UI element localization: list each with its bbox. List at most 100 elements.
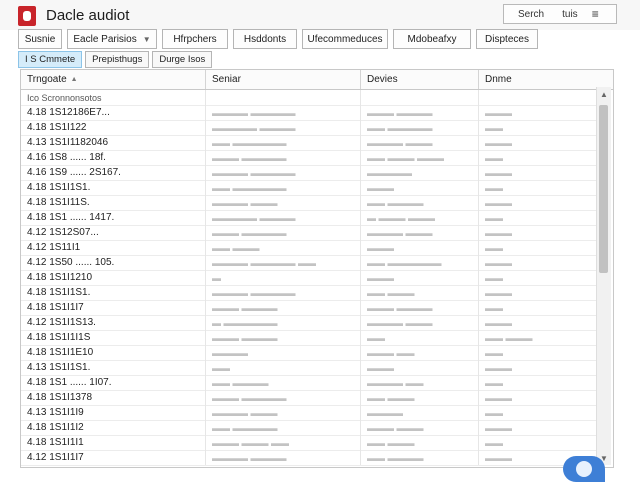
row-id-cell: 4.16 1S9 ...... 2S167. <box>21 165 206 180</box>
table-row[interactable]: 4.18 1S1I1I7 ▬▬▬ ▬▬▬▬ ▬▬▬ ▬▬▬▬ ▬▬ <box>21 300 599 316</box>
table-row[interactable]: 4.16 1S9 ...... 2S167. ▬▬▬▬ ▬▬▬▬▬ ▬▬▬▬▬ ▬▬▬ <box>21 165 599 181</box>
table-row[interactable]: 4.12 1S1I1I7 ▬▬▬▬ ▬▬▬▬ ▬▬ ▬▬▬▬ ▬▬▬ <box>21 450 599 466</box>
row-cell: ▬▬▬ ▬▬▬▬ <box>361 300 479 315</box>
row-cell <box>206 90 361 105</box>
table-row[interactable]: 4.18 1S12186E7... ▬▬▬▬ ▬▬▬▬▬ ▬▬▬ ▬▬▬▬ ▬▬▬ <box>21 105 599 121</box>
scroll-up-icon[interactable]: ▲ <box>597 87 611 101</box>
table-row[interactable]: 4.12 1S50 ...... 105. ▬▬▬▬ ▬▬▬▬▬ ▬▬ ▬▬ ▬▬▬… <box>21 255 599 271</box>
row-cell: ▬▬▬▬ ▬▬▬▬▬ <box>206 105 361 120</box>
table-row[interactable]: 4.18 1S1 ...... 1I07. ▬▬ ▬▬▬▬ ▬▬▬▬ ▬▬ ▬▬ <box>21 375 599 391</box>
table-row[interactable]: 4.12 1S12S07... ▬▬▬ ▬▬▬▬▬ ▬▬▬▬ ▬▬▬ ▬▬▬ <box>21 225 599 241</box>
row-cell: ▬▬▬ <box>485 362 512 373</box>
toolbar-button-label: Hfrpchers <box>173 33 217 45</box>
column-header-dnme[interactable]: Dnme <box>479 70 599 89</box>
toolbar-button[interactable]: Hsddonts <box>233 29 297 49</box>
sub-tab[interactable]: Prepisthugs <box>85 51 150 68</box>
toolbar-button[interactable]: Ufecommeduces <box>302 29 388 49</box>
row-id-cell: 4.18 1S1I1I1S <box>21 330 206 345</box>
row-cell: ▬▬▬ <box>485 107 512 118</box>
column-header-label: Devies <box>367 74 398 85</box>
toolbar-button[interactable]: Hfrpchers <box>162 29 228 49</box>
row-cell: ▬▬ <box>485 122 503 133</box>
table-row[interactable]: 4.18 1S1I1I1 ▬▬▬ ▬▬▬ ▬▬ ▬▬ ▬▬▬ ▬▬ <box>21 435 599 451</box>
sub-tab[interactable]: I S Cmmete <box>18 51 83 68</box>
row-cell: ▬▬▬ <box>361 270 479 285</box>
row-cell: ▬▬ ▬▬▬▬▬▬ <box>361 255 479 270</box>
title-tools: Serch tuis ≡ <box>503 4 617 24</box>
table-row[interactable]: 4.18 1S1 ...... 1417. ▬▬▬▬▬ ▬▬▬▬ ▬ ▬▬▬ ▬▬▬… <box>21 210 599 226</box>
row-cell: ▬▬▬ <box>485 197 512 208</box>
row-id-cell: 4.18 1S1 ...... 1I07. <box>21 375 206 390</box>
table-row[interactable]: 4.16 1S8 ...... 18f. ▬▬▬ ▬▬▬▬▬ ▬▬ ▬▬▬ ▬▬▬ ▬… <box>21 150 599 166</box>
row-cell: ▬▬▬▬ ▬▬▬▬▬ ▬▬ <box>206 255 361 270</box>
row-cell: ▬▬ <box>485 347 503 358</box>
table-row[interactable]: 4.18 1S1I1I2 ▬▬ ▬▬▬▬▬ ▬▬▬ ▬▬▬ ▬▬▬ <box>21 420 599 436</box>
row-cell: ▬ <box>206 270 361 285</box>
row-id-cell: 4.13 1S1I1S1. <box>21 360 206 375</box>
table-row[interactable]: 4.13 1S1I1S1. ▬▬ ▬▬▬ ▬▬▬ <box>21 360 599 376</box>
table-row[interactable]: 4.13 1S1I1182046 ▬▬ ▬▬▬▬▬▬ ▬▬▬▬ ▬▬▬ ▬▬▬ <box>21 135 599 151</box>
tuis-button[interactable]: tuis <box>562 9 578 20</box>
sub-tab-bar: I S Cmmete Prepisthugs Durge Isos <box>18 51 215 68</box>
assistant-bubble-icon[interactable] <box>563 456 605 482</box>
sort-arrow-icon: ▲ <box>70 76 78 83</box>
row-cell: ▬ ▬▬▬▬▬▬ <box>206 315 361 330</box>
column-header-seniar[interactable]: Seniar <box>206 70 361 89</box>
table-row[interactable]: 4.13 1S1I1I9 ▬▬▬▬ ▬▬▬ ▬▬▬▬ ▬▬ <box>21 405 599 421</box>
table-row[interactable]: 4.18 1S1I1I1S ▬▬▬ ▬▬▬▬ ▬▬ ▬▬ ▬▬▬ <box>21 330 599 346</box>
table-row[interactable]: 4.18 1S1I11S. ▬▬▬▬ ▬▬▬ ▬▬ ▬▬▬▬ ▬▬▬ <box>21 195 599 211</box>
scroll-thumb[interactable] <box>599 105 608 273</box>
row-cell: ▬▬▬ ▬▬▬▬ <box>361 105 479 120</box>
column-header-devies[interactable]: Devies <box>361 70 479 89</box>
row-cell: ▬▬▬▬ ▬▬▬▬▬ <box>206 165 361 180</box>
table-row[interactable]: Ico Scronnonsotos <box>21 90 599 106</box>
toolbar-button[interactable]: Susnie <box>18 29 62 49</box>
table-row[interactable]: 4.18 1S1I1E10 ▬▬▬▬ ▬▬▬ ▬▬ ▬▬ <box>21 345 599 361</box>
toolbar-button-label: Ufecommeduces <box>307 33 383 45</box>
table-row[interactable]: 4.18 1S1I122 ▬▬▬▬▬ ▬▬▬▬ ▬▬ ▬▬▬▬▬ ▬▬ <box>21 120 599 136</box>
table-row[interactable]: 4.18 1S1I1S1. ▬▬▬▬ ▬▬▬▬▬ ▬▬ ▬▬▬ ▬▬▬ <box>21 285 599 301</box>
column-header-trngoate[interactable]: Trngoate ▲ <box>21 70 206 89</box>
row-id-cell: Ico Scronnonsotos <box>21 90 206 105</box>
menu-icon[interactable]: ≡ <box>592 7 599 21</box>
row-cell: ▬▬▬ <box>361 180 479 195</box>
row-cell: ▬▬ <box>206 360 361 375</box>
row-id-cell: 4.18 1S1I1S1. <box>21 285 206 300</box>
row-id-cell: 4.12 1S11I1 <box>21 240 206 255</box>
row-cell: ▬▬ <box>361 330 479 345</box>
toolbar-button[interactable]: Dispteces <box>476 29 538 49</box>
table-row[interactable]: 4.18 1S1I1210 ▬ ▬▬▬ ▬▬ <box>21 270 599 286</box>
column-header-label: Seniar <box>212 74 241 85</box>
app-title: Dacle audiot <box>46 7 130 24</box>
toolbar-button[interactable]: Eacle Parisios ▼ <box>67 29 157 49</box>
row-cell: ▬▬ ▬▬▬▬▬▬ <box>206 180 361 195</box>
vertical-scrollbar[interactable]: ▲ ▼ <box>596 87 611 465</box>
row-id-cell: 4.18 1S1I1378 <box>21 390 206 405</box>
table-row[interactable]: 4.18 1S1I1378 ▬▬▬ ▬▬▬▬▬ ▬▬ ▬▬▬ ▬▬▬ <box>21 390 599 406</box>
row-cell: ▬▬▬ <box>485 392 512 403</box>
table-row[interactable]: 4.12 1S11I1 ▬▬ ▬▬▬ ▬▬▬ ▬▬ <box>21 240 599 256</box>
toolbar: Susnie Eacle Parisios ▼ Hfrpchers Hsddonts Uf… <box>18 29 610 49</box>
sub-tab[interactable]: Durge Isos <box>152 51 213 68</box>
table-row[interactable]: 4.18 1S1I1S1. ▬▬ ▬▬▬▬▬▬ ▬▬▬ ▬▬ <box>21 180 599 196</box>
toolbar-button[interactable]: Mdobeafxy <box>393 29 471 49</box>
row-cell: ▬▬ <box>485 407 503 418</box>
table-row[interactable]: 4.12 1S1I1S13. ▬ ▬▬▬▬▬▬ ▬▬▬▬ ▬▬▬ ▬▬▬ <box>21 315 599 331</box>
row-id-cell: 4.18 1S1 ...... 1417. <box>21 210 206 225</box>
row-id-cell: 4.12 1S1I1I7 <box>21 450 206 465</box>
row-cell: ▬▬ <box>485 377 503 388</box>
row-id-cell: 4.12 1S12S07... <box>21 225 206 240</box>
row-cell <box>479 90 599 105</box>
row-cell: ▬▬▬▬▬ <box>361 165 479 180</box>
row-cell: ▬▬▬▬ ▬▬▬ <box>361 315 479 330</box>
row-cell: ▬▬▬▬ <box>361 405 479 420</box>
row-cell: ▬▬▬ ▬▬▬ ▬▬ <box>206 435 361 450</box>
row-id-cell: 4.18 1S1I1I7 <box>21 300 206 315</box>
row-cell: ▬▬▬ <box>485 287 512 298</box>
row-id-cell: 4.18 1S1I1210 <box>21 270 206 285</box>
title-bar: Dacle audiot Serch tuis ≡ <box>0 0 640 30</box>
search-button[interactable]: Serch <box>518 9 544 20</box>
row-cell: ▬▬ ▬▬▬ <box>361 435 479 450</box>
row-cell: ▬▬▬ <box>361 240 479 255</box>
table-header: Trngoate ▲ Seniar Devies Dnme <box>21 70 613 90</box>
